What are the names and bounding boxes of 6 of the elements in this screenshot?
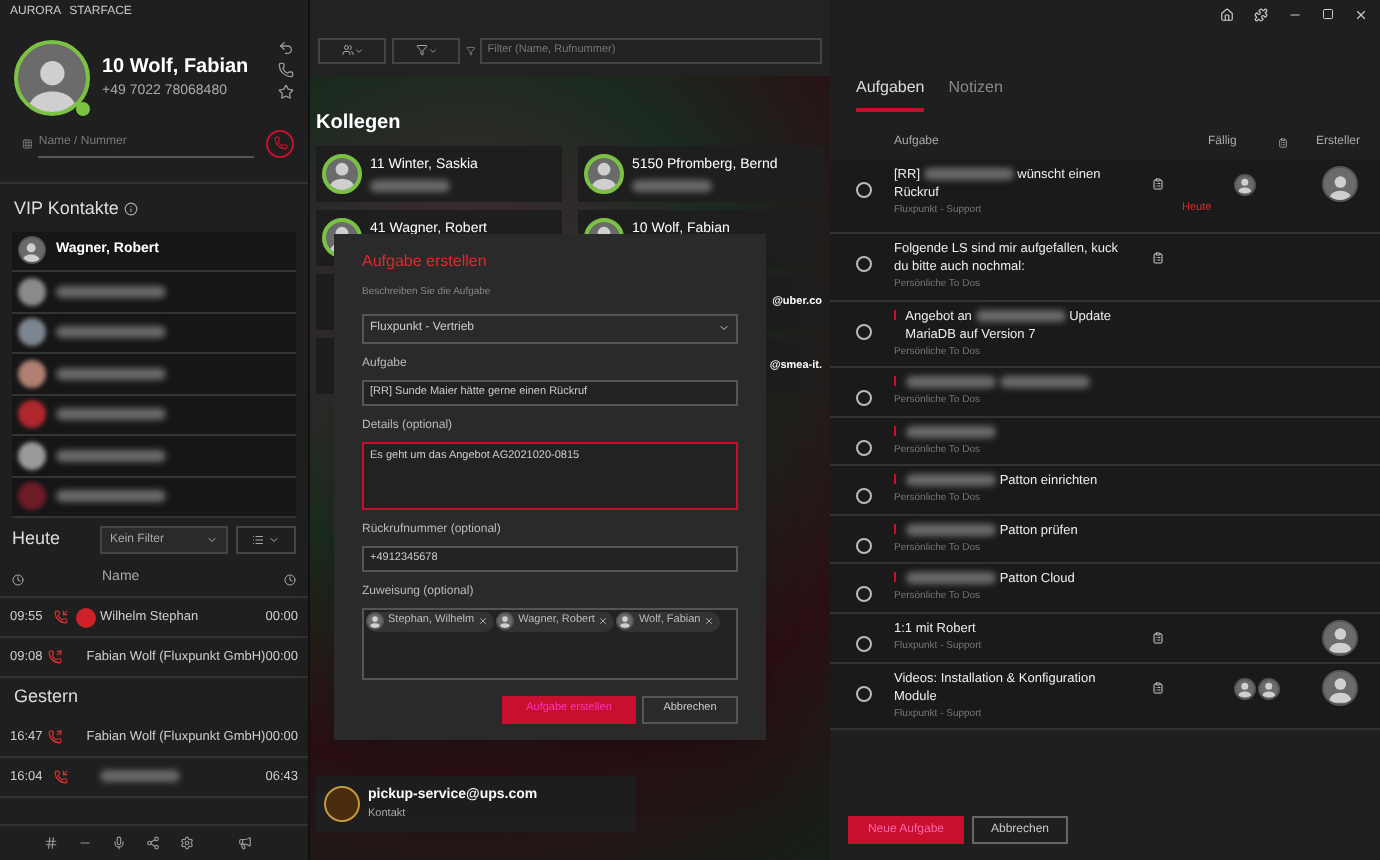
dialog-title: Aufgabe erstellen — [362, 250, 489, 274]
section-title: Gestern — [12, 684, 81, 711]
section-title: VIP Kontakte — [14, 196, 119, 222]
section-title: Heute — [12, 526, 63, 553]
section-title: Kollegen — [316, 110, 403, 138]
user-name: 10 Wolf, Fabian — [102, 54, 251, 82]
